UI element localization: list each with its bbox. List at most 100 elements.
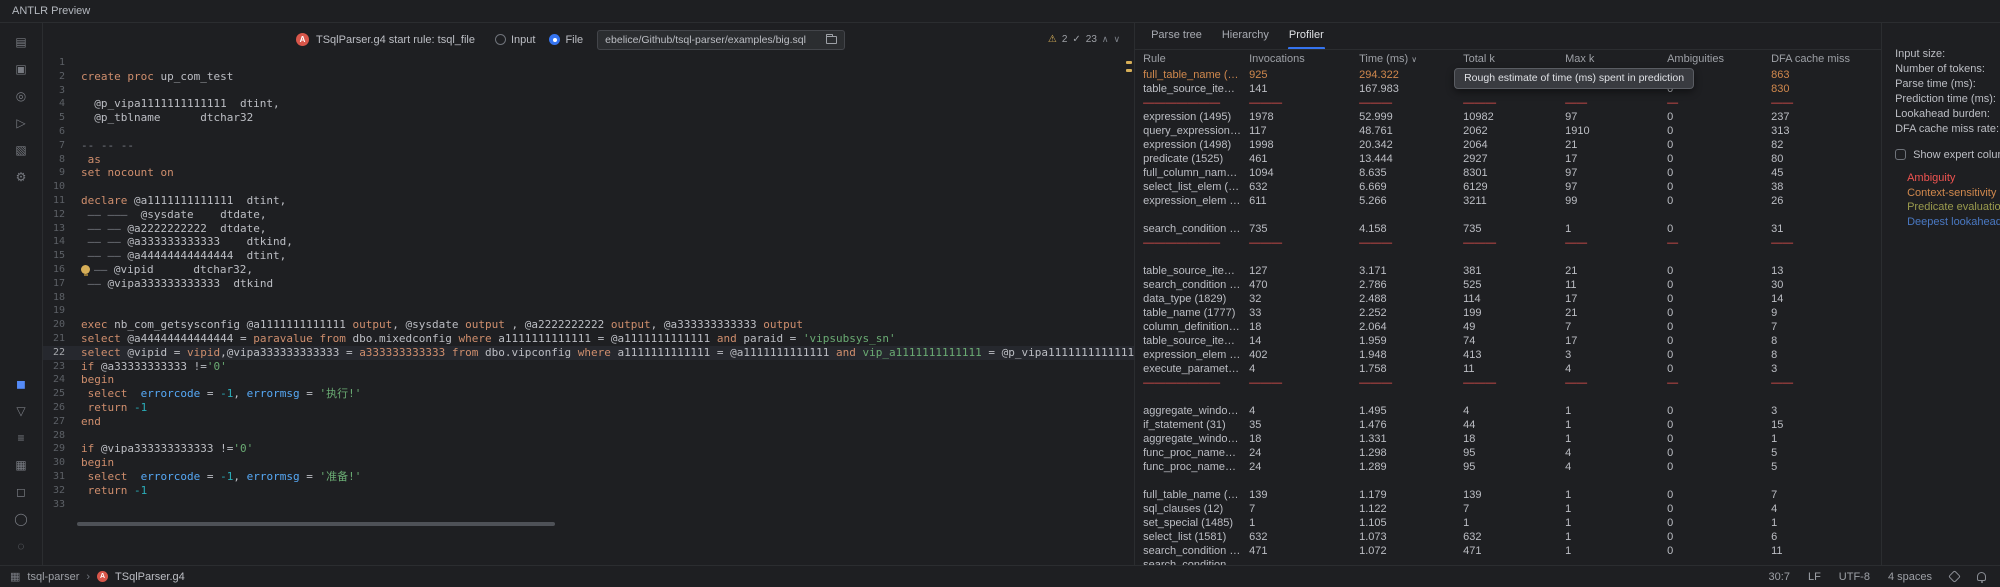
profiler-row[interactable]: predicate (1525)46113.444292717080 <box>1143 152 1881 166</box>
line-number[interactable]: 25 <box>43 387 73 401</box>
status-grid-icon[interactable]: ▦ <box>10 570 20 583</box>
code-line[interactable]: 10 <box>43 180 1134 194</box>
code-line[interactable]: 1 <box>43 56 1134 70</box>
profiler-row[interactable]: full_table_name (1773)1391.179139107 <box>1143 488 1881 502</box>
profiler-row[interactable]: search_condition (1516)4711.0724711011 <box>1143 544 1881 558</box>
line-number[interactable]: 26 <box>43 401 73 415</box>
profiler-row[interactable]: select_list_elem (1592)6326.669612997038 <box>1143 180 1881 194</box>
profiler-row[interactable]: expression (1495)197852.99910982970237 <box>1143 110 1881 124</box>
prev-issue-button[interactable]: ∧ <box>1102 34 1109 45</box>
tool-window-button-search[interactable]: ◎ <box>7 83 35 108</box>
line-number[interactable]: 27 <box>43 415 73 429</box>
line-number[interactable]: 11 <box>43 194 73 208</box>
column-header-total-k[interactable]: Total k <box>1463 50 1565 68</box>
column-header-dfa-cache-miss[interactable]: DFA cache miss <box>1771 50 1871 68</box>
profiler-row[interactable]: func_proc_name_serv…241.28995405 <box>1143 460 1881 474</box>
column-header-max-k[interactable]: Max k <box>1565 50 1667 68</box>
profiler-row[interactable]: table_source_item (15…141.959741708 <box>1143 334 1881 348</box>
code-line[interactable]: 13 —— —— @a2222222222 dtdate, <box>43 222 1134 236</box>
line-number[interactable]: 17 <box>43 277 73 291</box>
tool-window-button-settings[interactable]: ⚙ <box>7 164 35 189</box>
profiler-row[interactable]: search_condition (1519)7354.1587351031 <box>1143 222 1881 236</box>
code-line[interactable]: 9set nocount on <box>43 166 1134 180</box>
show-expert-columns-checkbox[interactable]: Show expert columns <box>1895 147 2000 162</box>
code-line[interactable]: 28 <box>43 429 1134 443</box>
line-number[interactable]: 30 <box>43 456 73 470</box>
code-line[interactable]: 2create proc up_com_test <box>43 70 1134 84</box>
profiler-row[interactable]: func_proc_name_data…241.29895405 <box>1143 446 1881 460</box>
code-line[interactable]: 4 @p_vipa1111111111111 dtint, <box>43 97 1134 111</box>
error-stripe[interactable] <box>1124 56 1134 565</box>
tool-window-button-antlr-preview[interactable]: ◼ <box>7 371 35 396</box>
code-line[interactable]: 22select @vipid = vipid,@vipa33333333333… <box>43 346 1134 360</box>
tool-window-button-project[interactable]: ▤ <box>7 29 35 54</box>
code-line[interactable]: 30begin <box>43 456 1134 470</box>
warning-stripe-mark[interactable] <box>1126 61 1132 64</box>
line-number[interactable]: 2 <box>43 70 73 84</box>
tool-window-button-structure[interactable]: ▧ <box>7 137 35 162</box>
line-number[interactable]: 29 <box>43 442 73 456</box>
tool-window-button-problems[interactable]: ▽ <box>7 398 35 423</box>
lock-icon[interactable] <box>1948 570 1961 583</box>
line-number[interactable]: 14 <box>43 235 73 249</box>
warning-stripe-mark[interactable] <box>1126 69 1132 72</box>
line-number[interactable]: 23 <box>43 360 73 374</box>
profiler-row[interactable]: expression_elem (1590)6115.266321199026 <box>1143 194 1881 208</box>
tool-window-button-run[interactable]: ▷ <box>7 110 35 135</box>
line-number[interactable]: 20 <box>43 318 73 332</box>
line-number[interactable]: 5 <box>43 111 73 125</box>
line-number[interactable]: 31 <box>43 470 73 484</box>
indent[interactable]: 4 spaces <box>1888 571 1932 583</box>
profiler-row[interactable]: data_type (1829)322.48811417014 <box>1143 292 1881 306</box>
profiler-row[interactable]: aggregate_windowed…181.33118101 <box>1143 432 1881 446</box>
tool-window-button-notifications[interactable]: ◌ <box>7 533 35 558</box>
code-line[interactable]: 33 <box>43 498 1134 512</box>
profiler-row[interactable]: search_condition (1517)4702.78652511030 <box>1143 278 1881 292</box>
profiler-row[interactable]: aggregate_windowed…41.4954103 <box>1143 404 1881 418</box>
profiler-row[interactable]: set_special (1485)11.1051101 <box>1143 516 1881 530</box>
profiler-row[interactable]: query_expression (1527)11748.76120621910… <box>1143 124 1881 138</box>
code-line[interactable]: 32 return -1 <box>43 484 1134 498</box>
code-line[interactable]: 19 <box>43 304 1134 318</box>
tool-window-button-services[interactable]: ◯ <box>7 506 35 531</box>
line-number[interactable]: 7 <box>43 139 73 153</box>
profiler-row[interactable]: ————————————————————— <box>1143 236 1881 250</box>
line-number[interactable]: 1 <box>43 56 73 70</box>
line-number[interactable]: 19 <box>43 304 73 318</box>
code-line[interactable]: 26 return -1 <box>43 401 1134 415</box>
line-number[interactable]: 22 <box>43 346 73 360</box>
tab-profiler[interactable]: Profiler <box>1279 23 1334 49</box>
caret-position[interactable]: 30:7 <box>1769 571 1790 583</box>
line-number[interactable]: 16 <box>43 263 73 277</box>
code-line[interactable]: 24begin <box>43 373 1134 387</box>
code-line[interactable]: 11declare @a1111111111111 dtint, <box>43 194 1134 208</box>
code-line[interactable]: 8 as <box>43 153 1134 167</box>
code-line[interactable]: 7-- -- -- <box>43 139 1134 153</box>
profiler-row[interactable]: table_source_item (15…1273.17138121013 <box>1143 264 1881 278</box>
code-line[interactable]: 23if @a33333333333 !='0' <box>43 360 1134 374</box>
profiler-row[interactable]: search_condition (15… <box>1143 558 1881 565</box>
line-number[interactable]: 18 <box>43 291 73 305</box>
code-line[interactable]: 15 —— —— @a44444444444444 dtint, <box>43 249 1134 263</box>
profiler-row[interactable]: ————————————————————— <box>1143 96 1881 110</box>
profiler-row[interactable]: if_statement (31)351.476441015 <box>1143 418 1881 432</box>
line-number[interactable]: 24 <box>43 373 73 387</box>
code-line[interactable]: 25 select errorcode = -1, errormsg = '执行… <box>43 387 1134 401</box>
column-header-invocations[interactable]: Invocations <box>1249 50 1359 68</box>
bell-icon[interactable] <box>1977 572 1986 581</box>
tool-window-button-commit[interactable]: ▣ <box>7 56 35 81</box>
line-number[interactable]: 3 <box>43 84 73 98</box>
code-editor[interactable]: 12create proc up_com_test34 @p_vipa11111… <box>43 56 1134 565</box>
code-line[interactable]: 21select @a44444444444444 = paravalue fr… <box>43 332 1134 346</box>
code-line[interactable]: 20exec nb_com_getsysconfig @a11111111111… <box>43 318 1134 332</box>
breadcrumb-file[interactable]: TSqlParser.g4 <box>115 571 185 583</box>
profiler-row[interactable]: ————————————————————— <box>1143 376 1881 390</box>
line-number[interactable]: 6 <box>43 125 73 139</box>
code-line[interactable]: 14 —— —— @a333333333333 dtkind, <box>43 235 1134 249</box>
line-separator[interactable]: LF <box>1808 571 1821 583</box>
tab-parse-tree[interactable]: Parse tree <box>1141 23 1212 49</box>
input-radio[interactable]: Input <box>495 34 535 46</box>
code-line[interactable]: 5 @p_tblname dtchar32 <box>43 111 1134 125</box>
intention-bulb-icon[interactable] <box>81 265 90 274</box>
code-line[interactable]: 29if @vipa333333333333 !='0' <box>43 442 1134 456</box>
